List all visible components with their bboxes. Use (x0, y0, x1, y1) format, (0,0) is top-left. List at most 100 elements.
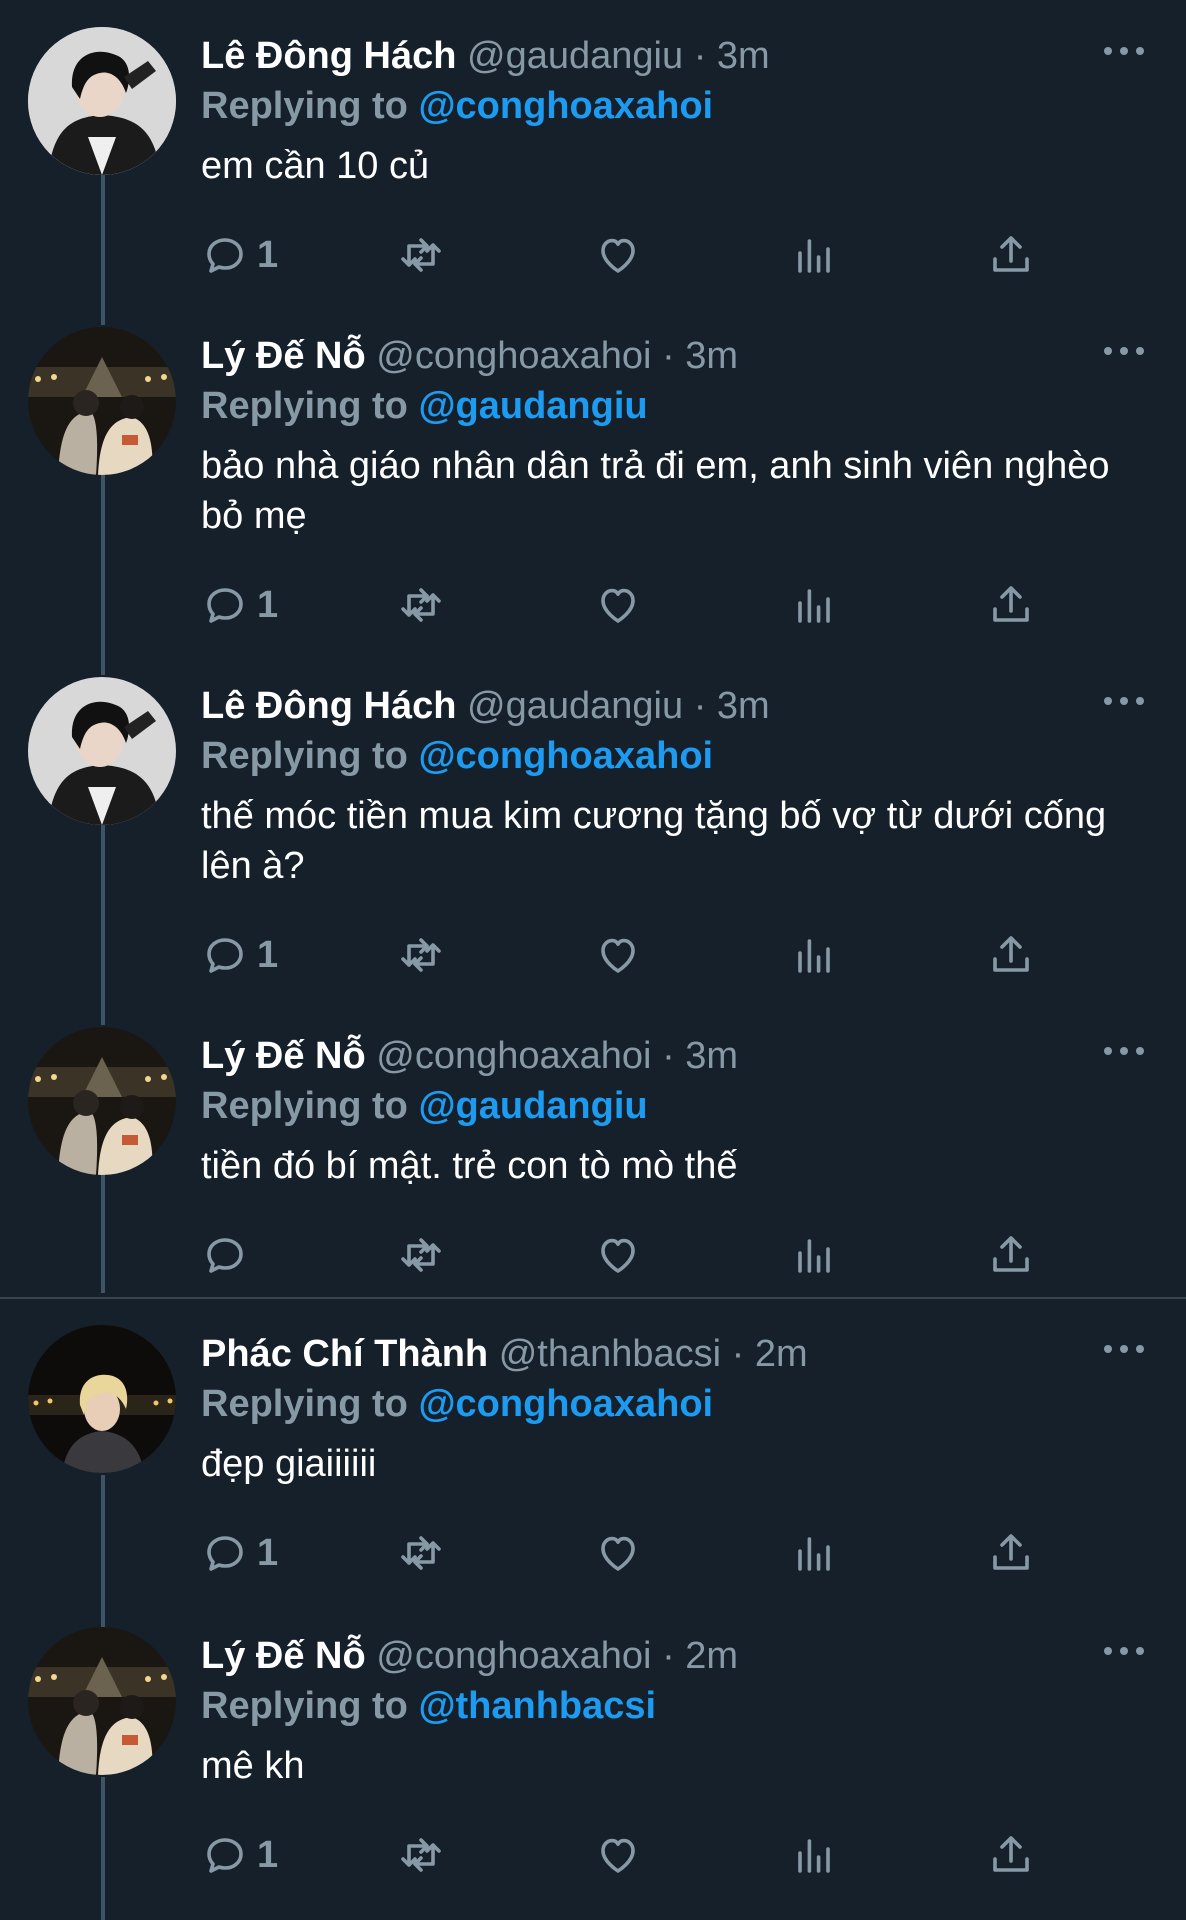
avatar[interactable] (28, 1325, 176, 1473)
heart-icon (601, 238, 635, 273)
retweet-button[interactable] (397, 930, 445, 980)
analytics-button[interactable] (790, 1528, 838, 1578)
display-name[interactable]: Lý Đế Nỗ (201, 1635, 366, 1677)
timestamp[interactable]: 3m (717, 35, 770, 77)
like-button[interactable] (594, 580, 642, 630)
display-name[interactable]: Phác Chí Thành (201, 1333, 488, 1375)
tweet[interactable]: Phác Chí Thành @thanhbacsi · 2m Replying… (0, 1325, 1186, 1585)
replying-to-handle[interactable]: @gaudangiu (418, 1085, 647, 1127)
avatar[interactable] (28, 677, 176, 825)
more-options-icon[interactable] (1104, 681, 1144, 721)
tweet[interactable]: Lê Đông Hách @gaudangiu · 3m Replying to… (0, 27, 1186, 287)
analytics-button[interactable] (790, 580, 838, 630)
retweet-button[interactable] (397, 1830, 445, 1880)
replying-to-handle[interactable]: @conghoaxahoi (418, 1383, 713, 1425)
like-button[interactable] (594, 1528, 642, 1578)
reply-button[interactable]: 1 (201, 230, 278, 280)
reply-icon (207, 1238, 243, 1273)
timestamp[interactable]: 2m (685, 1635, 738, 1677)
tweet-header: Lý Đế Nỗ @conghoaxahoi · 3m (201, 1033, 738, 1079)
replying-to-handle[interactable]: @conghoaxahoi (418, 735, 713, 777)
like-button[interactable] (594, 930, 642, 980)
replying-to: Replying to @conghoaxahoi (201, 733, 713, 779)
display-name[interactable]: Lý Đế Nỗ (201, 335, 366, 377)
replying-to-handle[interactable]: @conghoaxahoi (418, 85, 713, 127)
tweet[interactable]: Lý Đế Nỗ @conghoaxahoi · 2m Replying to … (0, 1627, 1186, 1887)
replying-to-handle[interactable]: @thanhbacsi (418, 1685, 656, 1727)
retweet-icon (401, 938, 441, 972)
action-bar (201, 1230, 1061, 1280)
share-button[interactable] (987, 1230, 1035, 1280)
timestamp[interactable]: 3m (685, 335, 738, 377)
like-button[interactable] (594, 230, 642, 280)
reply-button[interactable]: 1 (201, 1528, 278, 1578)
avatar[interactable] (28, 1027, 176, 1175)
reply-button[interactable] (201, 1230, 257, 1280)
separator-dot: · (662, 1635, 675, 1677)
display-name[interactable]: Lý Đế Nỗ (201, 1035, 366, 1077)
more-options-icon[interactable] (1104, 1031, 1144, 1071)
replying-to-label: Replying to (201, 85, 408, 127)
timestamp[interactable]: 2m (755, 1333, 808, 1375)
analytics-icon (798, 239, 830, 273)
separator-dot: · (731, 1333, 745, 1375)
analytics-button[interactable] (790, 1230, 838, 1280)
retweet-button[interactable] (397, 580, 445, 630)
user-handle[interactable]: @conghoaxahoi (376, 335, 651, 377)
retweet-icon (401, 1536, 441, 1570)
more-options-icon[interactable] (1104, 331, 1144, 371)
separator-dot: · (662, 335, 675, 377)
reply-button[interactable]: 1 (201, 580, 278, 630)
retweet-button[interactable] (397, 1230, 445, 1280)
replying-to: Replying to @gaudangiu (201, 1083, 648, 1129)
reply-button[interactable]: 1 (201, 1830, 278, 1880)
more-options-icon[interactable] (1104, 1631, 1144, 1671)
share-icon (993, 1534, 1029, 1570)
reply-icon (207, 1838, 243, 1873)
like-button[interactable] (594, 1230, 642, 1280)
tweet[interactable]: Lý Đế Nỗ @conghoaxahoi · 3m Replying to … (0, 327, 1186, 637)
user-handle[interactable]: @gaudangiu (467, 685, 683, 727)
reply-button[interactable]: 1 (201, 930, 278, 980)
display-name[interactable]: Lê Đông Hách (201, 685, 456, 727)
user-handle[interactable]: @gaudangiu (467, 35, 683, 77)
avatar-couple-night-image (28, 1027, 176, 1175)
like-button[interactable] (594, 1830, 642, 1880)
timestamp[interactable]: 3m (685, 1035, 738, 1077)
user-handle[interactable]: @conghoaxahoi (376, 1635, 651, 1677)
share-icon (993, 586, 1029, 622)
action-bar: 1 (201, 930, 1061, 980)
display-name[interactable]: Lê Đông Hách (201, 35, 456, 77)
reply-count: 1 (257, 933, 279, 976)
avatar[interactable] (28, 327, 176, 475)
share-button[interactable] (987, 1830, 1035, 1880)
retweet-button[interactable] (397, 1528, 445, 1578)
action-bar: 1 (201, 580, 1061, 630)
replying-to-handle[interactable]: @gaudangiu (418, 385, 647, 427)
action-bar: 1 (201, 1830, 1061, 1880)
separator-dot: · (662, 1035, 675, 1077)
analytics-button[interactable] (790, 1830, 838, 1880)
analytics-button[interactable] (790, 230, 838, 280)
reply-icon (207, 1536, 243, 1571)
retweet-icon (401, 238, 441, 272)
user-handle[interactable]: @thanhbacsi (499, 1333, 721, 1375)
replying-to-label: Replying to (201, 385, 408, 427)
more-options-icon[interactable] (1104, 1329, 1144, 1369)
reply-icon (207, 938, 243, 973)
tweet[interactable]: Lê Đông Hách @gaudangiu · 3m Replying to… (0, 677, 1186, 987)
share-button[interactable] (987, 1528, 1035, 1578)
retweet-button[interactable] (397, 230, 445, 280)
reply-icon (207, 238, 243, 273)
more-options-icon[interactable] (1104, 31, 1144, 71)
tweet[interactable]: Lý Đế Nỗ @conghoaxahoi · 3m Replying to … (0, 1027, 1186, 1287)
tweet-text: đẹp giaiiiiii (201, 1443, 377, 1485)
avatar[interactable] (28, 1627, 176, 1775)
share-button[interactable] (987, 580, 1035, 630)
user-handle[interactable]: @conghoaxahoi (376, 1035, 651, 1077)
share-button[interactable] (987, 230, 1035, 280)
analytics-button[interactable] (790, 930, 838, 980)
timestamp[interactable]: 3m (717, 685, 770, 727)
avatar[interactable] (28, 27, 176, 175)
share-button[interactable] (987, 930, 1035, 980)
